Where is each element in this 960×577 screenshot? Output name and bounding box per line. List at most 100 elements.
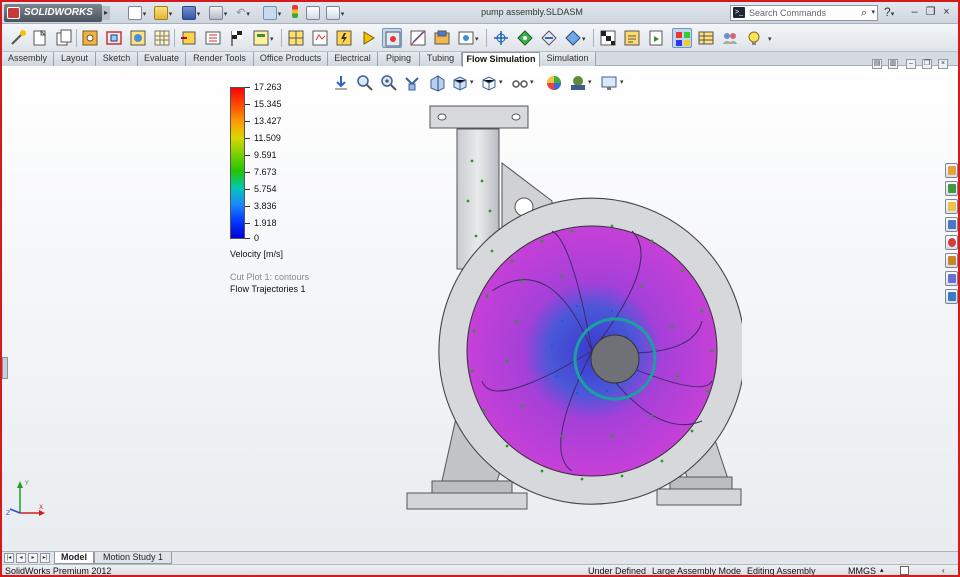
help-lightbulb-button[interactable]: ▾: [744, 28, 774, 48]
tab-tubing[interactable]: Tubing: [420, 52, 462, 66]
rebuild-button[interactable]: [289, 5, 301, 21]
solve-button[interactable]: [358, 28, 378, 48]
new-document-button[interactable]: ▾: [126, 5, 148, 21]
last-tab-icon[interactable]: ▸|: [40, 553, 50, 563]
point-parameters-button[interactable]: [539, 28, 559, 48]
tab-electrical[interactable]: Electrical: [328, 52, 378, 66]
task-pane-view-palette[interactable]: [945, 217, 958, 232]
graphics-area[interactable]: ▾ ▾ ▾ ▾ ▾ 17.263 15.345 13.427 11.509 9.…: [2, 67, 958, 551]
cut-plot-button[interactable]: [408, 28, 428, 48]
task-pane-appearances[interactable]: [945, 235, 958, 250]
task-pane-resources[interactable]: [945, 163, 958, 178]
undo-button[interactable]: ↶▾: [233, 5, 253, 21]
restore-button[interactable]: ❐: [924, 5, 937, 19]
particle-study-button[interactable]: [515, 28, 535, 48]
solidworks-logo[interactable]: SOLIDWORKS: [4, 4, 102, 22]
viewport-minimize-icon[interactable]: –: [906, 59, 916, 69]
tab-render-tools[interactable]: Render Tools: [186, 52, 254, 66]
view-settings-button[interactable]: [600, 74, 618, 92]
feature-manager-expand-handle[interactable]: [2, 357, 8, 379]
goals-button[interactable]: [227, 28, 247, 48]
task-pane-results[interactable]: [945, 289, 958, 304]
display-style-dropdown-icon[interactable]: ▾: [499, 78, 503, 86]
viewport-cascade-icon[interactable]: ▥: [888, 59, 898, 69]
apply-scene-dropdown-icon[interactable]: ▾: [588, 78, 592, 86]
clone-project-button[interactable]: [54, 28, 74, 48]
new-project-button[interactable]: [30, 28, 50, 48]
general-settings-button[interactable]: [80, 28, 100, 48]
quick-tips-icon[interactable]: [900, 566, 909, 575]
previous-tab-icon[interactable]: ◂: [16, 553, 26, 563]
hide-show-items-button[interactable]: [511, 74, 529, 92]
task-pane-custom-properties[interactable]: [945, 253, 958, 268]
load-results-button[interactable]: [310, 28, 330, 48]
magnifier-icon[interactable]: ⌕: [861, 6, 867, 20]
zoom-to-fit-button[interactable]: [356, 74, 374, 92]
run-button[interactable]: [286, 28, 306, 48]
tab-flow-simulation[interactable]: Flow Simulation: [462, 52, 540, 67]
hide-show-dropdown-icon[interactable]: ▾: [530, 78, 534, 86]
calculator-button[interactable]: ▾: [251, 28, 277, 48]
tab-model[interactable]: Model: [54, 552, 94, 564]
animation-button[interactable]: [646, 28, 666, 48]
apply-scene-button[interactable]: [569, 74, 587, 92]
electrical-button[interactable]: [334, 28, 354, 48]
print-button[interactable]: ▾: [207, 5, 229, 21]
tab-assembly[interactable]: Assembly: [2, 52, 54, 66]
cut-plot-label[interactable]: Cut Plot 1: contours: [230, 272, 309, 282]
tab-simulation[interactable]: Simulation: [540, 52, 596, 66]
flow-trajectories-button[interactable]: [491, 28, 511, 48]
viewport-close-icon[interactable]: ×: [938, 59, 948, 69]
close-button[interactable]: ×: [940, 5, 953, 19]
surface-parameters-button[interactable]: ▾: [563, 28, 589, 48]
display-results-button[interactable]: [672, 28, 692, 48]
view-orientation-button[interactable]: [451, 74, 469, 92]
report-button[interactable]: [622, 28, 642, 48]
wizard-button[interactable]: [8, 28, 28, 48]
tab-layout[interactable]: Layout: [54, 52, 96, 66]
boundary-condition-button[interactable]: [179, 28, 199, 48]
edit-appearance-button[interactable]: [545, 74, 563, 92]
mesh-button[interactable]: [152, 28, 172, 48]
goal-plot-button[interactable]: [598, 28, 618, 48]
unit-system[interactable]: MMGS: [848, 565, 876, 575]
save-button[interactable]: ▾: [180, 5, 202, 21]
computational-domain-button[interactable]: [104, 28, 124, 48]
help-button[interactable]: ?▾: [884, 5, 894, 19]
select-button[interactable]: ▾: [259, 5, 285, 21]
task-pane-design-library[interactable]: [945, 181, 958, 196]
search-dropdown-icon[interactable]: ▾: [871, 6, 875, 20]
status-resize-grip-icon[interactable]: ‹: [942, 565, 945, 575]
search-commands-input[interactable]: >_ Search Commands ⌕ ▾: [730, 5, 878, 21]
first-tab-icon[interactable]: |◂: [4, 553, 14, 563]
fluid-subdomain-button[interactable]: [128, 28, 148, 48]
menu-expand-arrow-icon[interactable]: ▸: [102, 6, 110, 20]
section-view-button[interactable]: [428, 74, 446, 92]
tables-button[interactable]: [696, 28, 716, 48]
pump-assembly-model[interactable]: [402, 101, 742, 513]
surface-plot-button[interactable]: [432, 28, 452, 48]
view-orientation-dropdown-icon[interactable]: ▾: [470, 78, 474, 86]
view-settings-dropdown-icon[interactable]: ▾: [620, 78, 624, 86]
minimize-button[interactable]: –: [908, 5, 921, 19]
options-button[interactable]: ▾: [322, 5, 348, 21]
unit-system-dropdown-icon[interactable]: ▴: [880, 565, 884, 575]
tab-piping[interactable]: Piping: [378, 52, 420, 66]
fan-button[interactable]: [203, 28, 223, 48]
file-properties-button[interactable]: [305, 5, 321, 21]
isosurfaces-button[interactable]: ▾: [456, 28, 482, 48]
export-button[interactable]: [720, 28, 740, 48]
display-style-button[interactable]: [480, 74, 498, 92]
next-tab-icon[interactable]: ▸: [28, 553, 38, 563]
tab-motion-study[interactable]: Motion Study 1: [94, 552, 172, 564]
tab-sketch[interactable]: Sketch: [96, 52, 138, 66]
tab-office-products[interactable]: Office Products: [254, 52, 328, 66]
zoom-to-area-button[interactable]: [380, 74, 398, 92]
previous-view-button[interactable]: [332, 74, 350, 92]
tab-evaluate[interactable]: Evaluate: [138, 52, 186, 66]
viewport-tile-icon[interactable]: ▤: [872, 59, 882, 69]
open-button[interactable]: ▾: [152, 5, 174, 21]
rotate-view-button[interactable]: [403, 74, 421, 92]
task-pane-flow-analysis[interactable]: [945, 271, 958, 286]
viewport-restore-icon[interactable]: ❐: [922, 59, 932, 69]
